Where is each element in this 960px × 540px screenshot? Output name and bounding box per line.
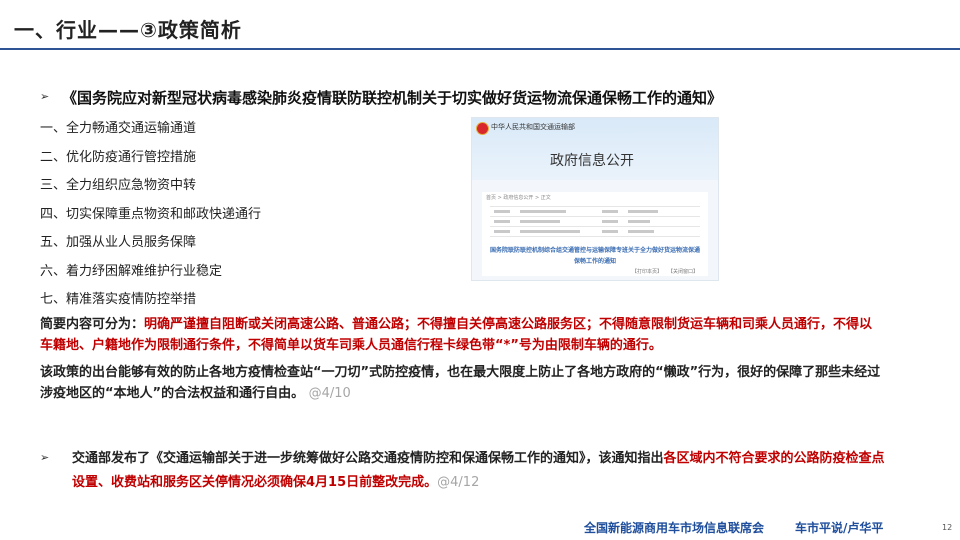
- policy-heading: 《国务院应对新型冠状病毒感染肺炎疫情联防联控机制关于切实做好货运物流保通保畅工作…: [62, 89, 723, 107]
- footer-organization: 全国新能源商用车市场信息联席会: [584, 521, 765, 535]
- policy-item: 五、加强从业人员服务保障: [40, 235, 197, 250]
- policy-item: 一、全力畅通交通运输通道: [40, 121, 197, 136]
- notice-text: 交通部发布了《交通运输部关于进一步统筹做好公路交通疫情防控和保通保畅工作的通知》…: [72, 451, 664, 466]
- title-divider: [0, 48, 960, 50]
- bullet-arrow-icon: ➢: [40, 451, 50, 464]
- doc-print-link: 【打印本页】: [632, 269, 663, 275]
- doc-banner: 中华人民共和国交通运输部 政府信息公开: [472, 118, 718, 180]
- policy-item: 四、切实保障重点物资和邮政快递通行: [40, 207, 262, 222]
- policy-item: 七、精准落实疫情防控举措: [40, 292, 197, 307]
- doc-ministry-name: 中华人民共和国交通运输部: [491, 123, 575, 131]
- national-emblem-icon: [476, 122, 489, 135]
- doc-heading: 国务院联防联控机制综合组交通管控与运输保障专班关于全力做好货运物流保通保畅工作的…: [489, 247, 700, 265]
- page-number: 12: [942, 523, 953, 532]
- policy-analysis: 该政策的出台能够有效的防止各地方疫情检查站“一刀切”式防控疫情，也在最大限度上防…: [40, 362, 885, 404]
- bullet-arrow-icon: ➢: [40, 90, 50, 103]
- notice-date: @4/12: [437, 475, 480, 490]
- policy-item: 二、优化防疫通行管控措施: [40, 150, 197, 165]
- policy-summary: 简要内容可分为：明确严谨擅自阻断或关闭高速公路、普通公路；不得擅自关停高速公路服…: [40, 314, 885, 356]
- policy-item: 三、全力组织应急物资中转: [40, 178, 197, 193]
- analysis-date: @4/10: [308, 386, 351, 401]
- analysis-text: 该政策的出台能够有效的防止各地方疫情检查站“一刀切”式防控疫情，也在最大限度上防…: [40, 365, 881, 401]
- notice-document-image: 中华人民共和国交通运输部 政府信息公开 首页 > 政府信息公开 > 正文 国务院…: [471, 117, 719, 281]
- footer-author: 车市平说/卢华平: [795, 521, 884, 535]
- transport-notice: 交通部发布了《交通运输部关于进一步统筹做好公路交通疫情防控和保通保畅工作的通知》…: [72, 447, 892, 495]
- doc-info-table: [490, 206, 700, 237]
- page-title: 一、行业——③政策简析: [14, 18, 242, 42]
- summary-label: 简要内容可分为：: [40, 317, 145, 332]
- policy-item: 六、着力纾困解难维护行业稳定: [40, 264, 223, 279]
- doc-banner-title: 政府信息公开: [550, 153, 634, 169]
- doc-breadcrumb: 首页 > 政府信息公开 > 正文: [486, 195, 551, 201]
- summary-text: 明确严谨擅自阻断或关闭高速公路、普通公路；不得擅自关停高速公路服务区；不得随意限…: [40, 317, 873, 353]
- doc-close-link: 【关闭窗口】: [668, 269, 699, 275]
- doc-body: 首页 > 政府信息公开 > 正文 国务院联防联控机制综合组交通管控与运输保障专班…: [482, 192, 708, 276]
